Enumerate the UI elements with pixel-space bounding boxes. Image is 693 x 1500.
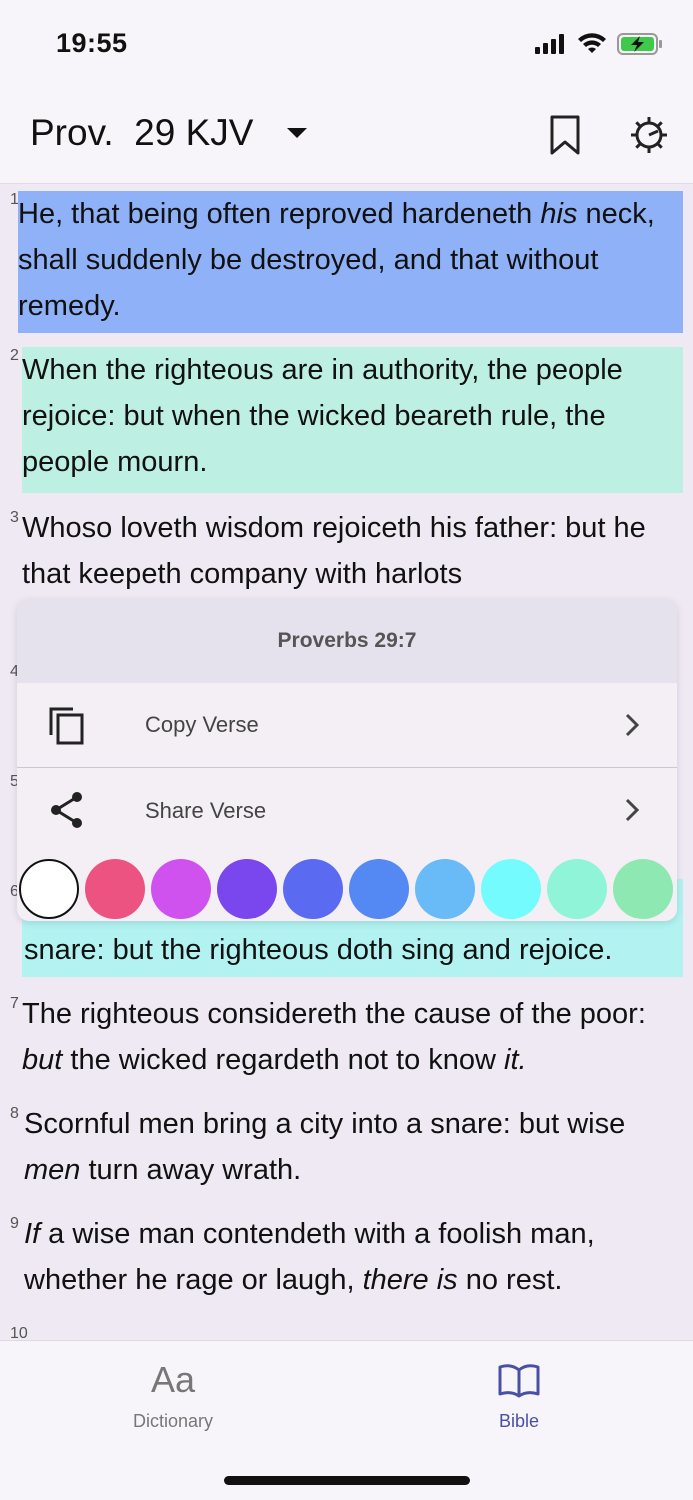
color-swatch-indigo[interactable]: [283, 859, 343, 919]
open-book-icon: [449, 1359, 589, 1401]
verse-1[interactable]: 1 He, that being often reproved hardenet…: [0, 187, 693, 335]
color-swatch-cyan[interactable]: [481, 859, 541, 919]
copy-verse-button[interactable]: Copy Verse: [17, 683, 677, 768]
verse-number: 10: [10, 1325, 28, 1340]
verse-text: If a wise man contendeth with a foolish …: [24, 1211, 683, 1303]
verse-text-italic: but: [22, 1044, 63, 1076]
verse-number: 7: [10, 995, 19, 1012]
color-swatch-mint[interactable]: [547, 859, 607, 919]
verse-number: 9: [10, 1215, 19, 1232]
chapter-reference: Prov. 29 KJV: [30, 112, 254, 153]
verse-text-part: Scornful men bring a city into a snare: …: [24, 1108, 626, 1140]
tab-bible[interactable]: Bible: [449, 1359, 589, 1432]
verse-text: Whoso loveth wisdom rejoiceth his father…: [22, 512, 646, 590]
tab-dictionary[interactable]: Aa Dictionary: [103, 1359, 243, 1432]
verse-number: 3: [10, 509, 19, 526]
dropdown-caret-icon: [287, 128, 308, 138]
verse-text: Scornful men bring a city into a snare: …: [24, 1101, 683, 1193]
status-time: 19:55: [56, 28, 128, 58]
color-swatch-violet[interactable]: [217, 859, 277, 919]
verse-2[interactable]: 2 When the righteous are in authority, t…: [0, 343, 693, 495]
highlight-color-picker: [17, 857, 677, 921]
home-indicator[interactable]: [224, 1476, 470, 1485]
verse-text: snare: but the righteous doth sing and r…: [24, 934, 613, 966]
color-swatch-blue[interactable]: [349, 859, 409, 919]
chevron-right-icon: [625, 798, 639, 822]
tab-dictionary-label: Dictionary: [132, 1411, 214, 1431]
color-swatch-sky[interactable]: [415, 859, 475, 919]
verse-text-part: turn away wrath.: [80, 1154, 302, 1186]
color-swatch-pink[interactable]: [85, 859, 145, 919]
status-icons: [535, 30, 663, 58]
verse-7[interactable]: 7 The righteous considereth the cause of…: [0, 991, 693, 1091]
verse-text-italic: there is: [362, 1264, 458, 1296]
bookmark-icon[interactable]: [548, 114, 582, 156]
verse-9[interactable]: 9 If a wise man contendeth with a foolis…: [0, 1211, 693, 1311]
share-verse-label: Share Verse: [145, 797, 267, 823]
verse-number: 8: [10, 1105, 19, 1122]
copy-icon: [49, 707, 84, 745]
verse-text-italic: men: [24, 1154, 81, 1186]
verse-text: The righteous considereth the cause of t…: [22, 991, 683, 1083]
verse-text-part: no rest.: [457, 1264, 563, 1296]
verse-action-popup: Proverbs 29:7 Copy Verse Share Verse: [17, 599, 677, 921]
color-swatch-white[interactable]: [19, 859, 79, 919]
navigation-header: Prov. 29 KJV: [0, 90, 693, 184]
status-bar: 19:55: [0, 0, 693, 90]
verse-text-part: He, that being often reproved hardeneth: [18, 198, 541, 230]
settings-gear-icon[interactable]: [628, 114, 670, 156]
verse-text-part: The righteous considereth the cause of t…: [22, 998, 646, 1030]
copy-verse-label: Copy Verse: [145, 712, 259, 737]
verse-text-italic: If: [24, 1218, 41, 1250]
verse-text-italic: his: [540, 198, 578, 230]
verse-text: He, that being often reproved hardeneth …: [18, 191, 683, 333]
verse-text-italic: it.: [504, 1044, 527, 1076]
dictionary-icon-text: Aa: [150, 1359, 196, 1400]
popup-title: Proverbs 29:7: [17, 599, 677, 683]
verse-10[interactable]: 10: [0, 1321, 693, 1340]
verse-text-part: the wicked regardeth not to know: [62, 1044, 505, 1076]
dictionary-icon: Aa: [103, 1359, 243, 1401]
chevron-right-icon: [625, 713, 639, 737]
share-icon: [51, 792, 82, 828]
tab-bible-label: Bible: [498, 1411, 540, 1431]
verse-number: 2: [10, 347, 19, 364]
verse-text: When the righteous are in authority, the…: [22, 347, 683, 493]
battery-charging-icon: [617, 33, 662, 55]
verse-8[interactable]: 8 Scornful men bring a city into a snare…: [0, 1101, 693, 1201]
chapter-selector[interactable]: Prov. 29 KJV: [30, 112, 308, 154]
cellular-signal-icon: [535, 34, 564, 54]
verse-3[interactable]: 3 Whoso loveth wisdom rejoiceth his fath…: [0, 505, 693, 605]
wifi-icon: [578, 33, 606, 53]
share-verse-button[interactable]: Share Verse: [17, 768, 677, 853]
color-swatch-magenta[interactable]: [151, 859, 211, 919]
color-swatch-green[interactable]: [613, 859, 673, 919]
